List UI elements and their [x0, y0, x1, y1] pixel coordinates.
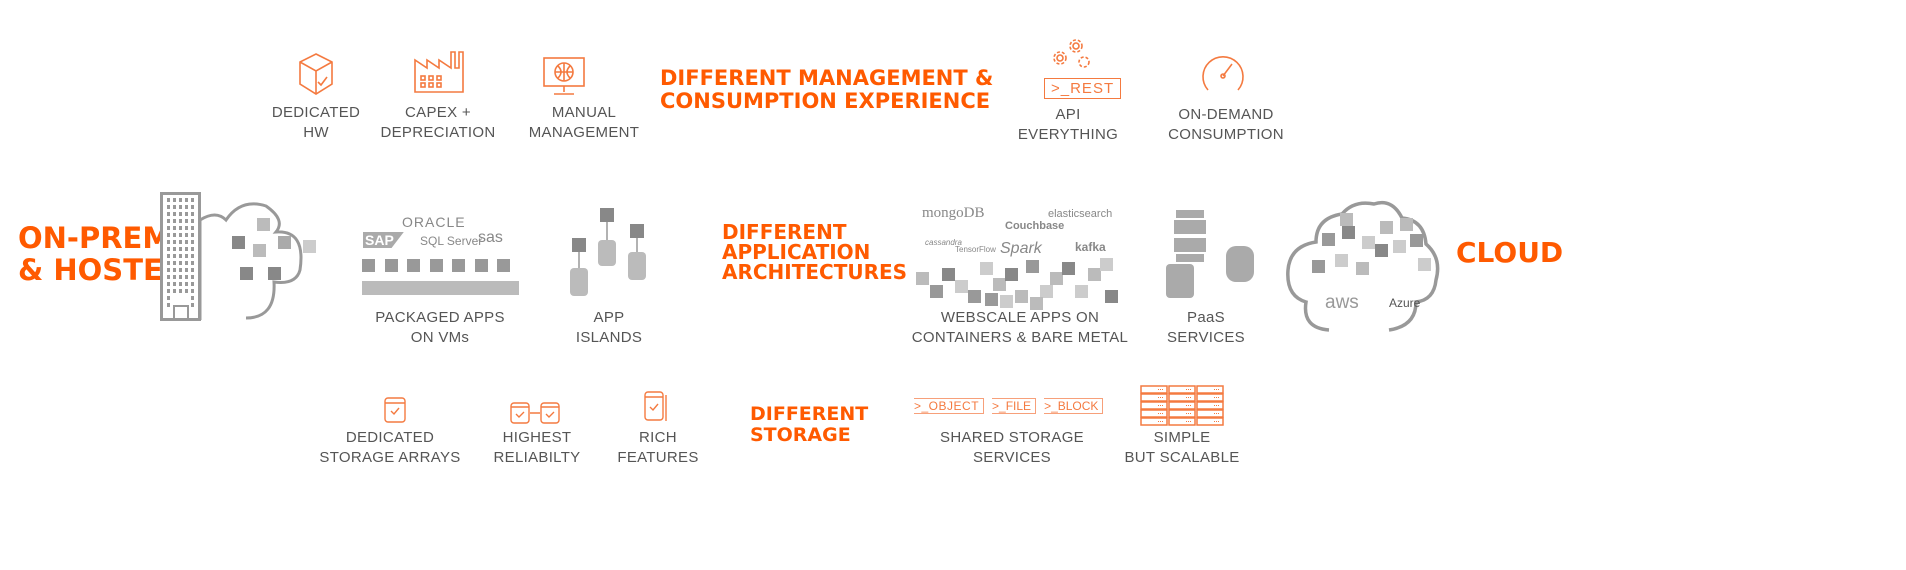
- label-packaged-apps: PACKAGED APPS ON VMs: [375, 309, 505, 346]
- cloud-square: [1342, 226, 1355, 239]
- sql-server-logo: SQL Server: [420, 234, 483, 248]
- heading-storage: DIFFERENT STORAGE: [750, 403, 869, 446]
- webscale-square: [1015, 290, 1028, 303]
- app-islands-icon: [570, 208, 646, 296]
- sas-logo: sas: [478, 229, 503, 246]
- vm-square: [474, 259, 488, 272]
- couchbase-logo: Couchbase: [1005, 220, 1065, 232]
- label-api-everything: API EVERYTHING: [1017, 106, 1119, 143]
- storage-array-icon: [384, 397, 406, 423]
- azure-logo: Azure: [1389, 296, 1421, 310]
- label-app-islands: APP ISLANDS: [575, 309, 643, 346]
- file-badge: >_FILE: [992, 398, 1037, 414]
- aws-logo: aws: [1325, 292, 1359, 313]
- label-webscale: WEBSCALE APPS ON CONTAINERS & BARE METAL: [911, 309, 1129, 346]
- cloud-square: [1322, 233, 1335, 246]
- cloud-title: CLOUD: [1456, 236, 1564, 269]
- cloud-square: [1410, 234, 1423, 247]
- vm-square: [362, 259, 375, 272]
- mongodb-logo: mongoDB: [922, 205, 985, 221]
- label-dedicated-storage: DEDICATED STORAGE ARRAYS: [319, 429, 461, 466]
- label-on-demand: ON-DEMAND CONSUMPTION: [1168, 106, 1284, 143]
- label-paas: PaaS SERVICES: [1167, 309, 1245, 346]
- heading-architectures: DIFFERENT APPLICATION ARCHITECTURES: [722, 220, 908, 284]
- cloud-square: [1400, 218, 1413, 231]
- cloud-square: [1356, 262, 1369, 275]
- vm-square: [407, 259, 420, 272]
- vm-square: [497, 259, 510, 272]
- gauge-icon: [1202, 56, 1244, 91]
- webscale-square: [980, 262, 993, 275]
- cloud-square: [1312, 260, 1325, 273]
- kafka-logo: kafka: [1075, 240, 1106, 254]
- label-capex: CAPEX + DEPRECIATION: [380, 104, 496, 141]
- label-highest-reliability: HIGHEST RELIABILTY: [493, 429, 581, 466]
- webscale-square: [1075, 285, 1088, 298]
- storage-protocols-icon: >_OBJECT >_FILE >_BLOCK: [914, 398, 1104, 414]
- label-shared-storage: SHARED STORAGE SERVICES: [940, 429, 1084, 466]
- label-simple-scalable: SIMPLE BUT SCALABLE: [1124, 429, 1240, 466]
- label-rich-features: RICH FEATURES: [617, 429, 699, 466]
- gears-icon: [1053, 39, 1090, 68]
- webscale-square: [1105, 290, 1118, 303]
- paas-services-icon: [1166, 210, 1254, 298]
- webscale-square: [1026, 260, 1039, 273]
- webscale-square: [942, 268, 955, 281]
- monitor-globe-icon: [543, 57, 585, 95]
- label-dedicated-hw: DEDICATED HW: [271, 104, 361, 141]
- cloud-square: [1362, 236, 1375, 249]
- vm-square: [429, 259, 443, 272]
- webscale-square: [930, 285, 943, 298]
- webscale-square: [1100, 258, 1113, 271]
- elasticsearch-logo: elasticsearch: [1048, 208, 1113, 220]
- cloud-square: [1340, 213, 1353, 226]
- vm-square: [384, 259, 398, 272]
- block-badge: >_BLOCK: [1044, 398, 1104, 414]
- cloud-square: [1393, 240, 1406, 253]
- rich-storage-icon: [644, 391, 667, 421]
- webscale-square: [1000, 295, 1013, 308]
- replicated-storage-icon: [510, 402, 560, 424]
- cube-check-icon: [299, 53, 333, 95]
- heading-management: DIFFERENT MANAGEMENT & CONSUMPTION EXPERI…: [660, 66, 994, 114]
- hypervisor-bar: [362, 281, 519, 295]
- cloud-square: [1375, 244, 1388, 257]
- webscale-square: [985, 293, 998, 306]
- webscale-square: [1030, 297, 1043, 310]
- webscale-square: [955, 280, 968, 293]
- webscale-square: [1005, 268, 1018, 281]
- rest-badge: >_REST: [1044, 78, 1122, 99]
- label-manual-management: MANUAL MANAGEMENT: [528, 104, 640, 141]
- spark-logo: Spark: [1000, 240, 1042, 257]
- object-badge: >_OBJECT: [914, 398, 985, 414]
- vm-square: [452, 259, 465, 272]
- webscale-square: [916, 272, 929, 285]
- cloud-square: [1380, 221, 1393, 234]
- server-racks-icon: [1140, 385, 1224, 426]
- webscale-square: [968, 290, 981, 303]
- tensorflow-logo: TensorFlow: [955, 245, 996, 254]
- factory-icon: [414, 51, 464, 93]
- sap-logo: SAP: [363, 232, 404, 248]
- oracle-logo: ORACLE: [402, 214, 466, 230]
- cloud-square: [1418, 258, 1431, 271]
- webscale-square: [1062, 262, 1075, 275]
- cloud-square: [1335, 254, 1348, 267]
